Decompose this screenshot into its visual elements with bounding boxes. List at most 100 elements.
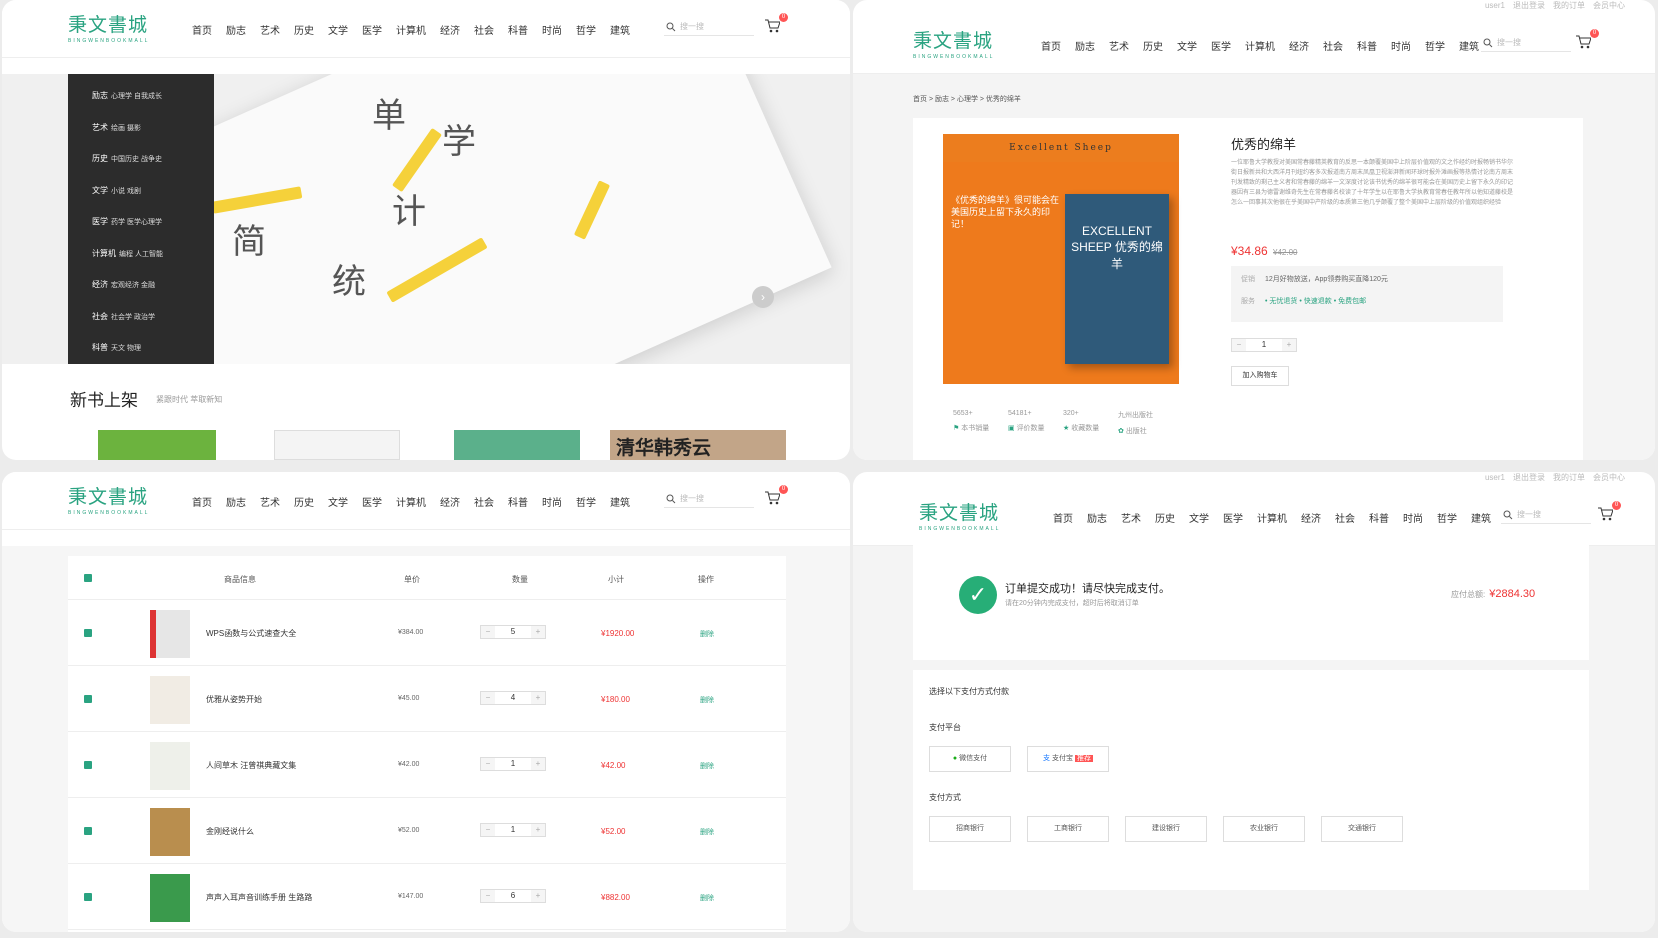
minus-button[interactable]: − xyxy=(1232,339,1246,351)
bank-button[interactable]: 交通银行 xyxy=(1321,816,1403,842)
select-all-checkbox[interactable] xyxy=(84,574,92,582)
nav-item[interactable]: 经济 xyxy=(1289,38,1309,53)
row-checkbox[interactable] xyxy=(84,827,92,835)
book-cover[interactable]: 清华韩秀云 xyxy=(610,430,786,460)
search-input[interactable]: 搜一搜 xyxy=(664,20,754,36)
nav-item[interactable]: 社会 xyxy=(474,22,494,37)
logo-text[interactable]: 秉文書城 xyxy=(919,498,1000,525)
nav-item[interactable]: 计算机 xyxy=(1257,510,1287,525)
nav-item[interactable]: 文学 xyxy=(1177,38,1197,53)
category-item[interactable]: 励志 心理学 自我成长 xyxy=(68,80,214,112)
nav-item[interactable]: 社会 xyxy=(1335,510,1355,525)
book-thumbnail[interactable] xyxy=(150,742,190,790)
nav-item[interactable]: 医学 xyxy=(1223,510,1243,525)
category-item[interactable]: 经济 宏观经济 金融 xyxy=(68,269,214,301)
nav-item[interactable]: 艺术 xyxy=(260,22,280,37)
delete-button[interactable]: 删除 xyxy=(700,629,714,639)
book-cover[interactable] xyxy=(454,430,580,460)
book-thumbnail[interactable] xyxy=(150,874,190,922)
bank-button[interactable]: 工商银行 xyxy=(1027,816,1109,842)
nav-item[interactable]: 计算机 xyxy=(396,22,426,37)
nav-item[interactable]: 医学 xyxy=(362,494,382,509)
nav-item[interactable]: 科普 xyxy=(1369,510,1389,525)
quantity-stepper[interactable]: −1 + xyxy=(480,757,546,771)
row-checkbox[interactable] xyxy=(84,761,92,769)
nav-item[interactable]: 艺术 xyxy=(1121,510,1141,525)
nav-item[interactable]: 科普 xyxy=(508,494,528,509)
category-item[interactable]: 历史 中国历史 战争史 xyxy=(68,143,214,175)
wechat-pay-button[interactable]: ● 微信支付 xyxy=(929,746,1011,772)
nav-item[interactable]: 哲学 xyxy=(1425,38,1445,53)
nav-item[interactable]: 经济 xyxy=(1301,510,1321,525)
search-input[interactable]: 搜一搜 xyxy=(1501,508,1591,524)
logo-text[interactable]: 秉文書城 xyxy=(913,26,994,53)
quantity-stepper[interactable]: −4 + xyxy=(480,691,546,705)
alipay-button[interactable]: 支 支付宝 推荐 xyxy=(1027,746,1109,772)
nav-item[interactable]: 文学 xyxy=(328,22,348,37)
book-thumbnail[interactable] xyxy=(150,610,190,658)
nav-item[interactable]: 建筑 xyxy=(610,494,630,509)
quantity-stepper[interactable]: −6 + xyxy=(480,889,546,903)
nav-item[interactable]: 首页 xyxy=(192,22,212,37)
delete-button[interactable]: 删除 xyxy=(700,695,714,705)
quantity-stepper[interactable]: −1 + xyxy=(1231,338,1297,352)
breadcrumb[interactable]: 首页 > 励志 > 心理学 > 优秀的绵羊 xyxy=(913,94,1021,104)
category-item[interactable]: 艺术 绘画 摄影 xyxy=(68,112,214,144)
cart-icon[interactable]: 0 xyxy=(1575,29,1599,50)
nav-item[interactable]: 建筑 xyxy=(610,22,630,37)
nav-item[interactable]: 历史 xyxy=(1155,510,1175,525)
cart-icon[interactable]: 0 xyxy=(764,485,788,506)
nav-item[interactable]: 励志 xyxy=(1075,38,1095,53)
logo-text[interactable]: 秉文書城 xyxy=(68,482,149,509)
quantity-stepper[interactable]: −5 + xyxy=(480,625,546,639)
nav-item[interactable]: 哲学 xyxy=(1437,510,1457,525)
category-item[interactable]: 计算机 编程 人工智能 xyxy=(68,238,214,270)
nav-item[interactable]: 时尚 xyxy=(1403,510,1423,525)
plus-button[interactable]: + xyxy=(1282,339,1296,351)
nav-item[interactable]: 励志 xyxy=(226,494,246,509)
nav-item[interactable]: 社会 xyxy=(1323,38,1343,53)
category-item[interactable]: 医学 药学 医学心理学 xyxy=(68,206,214,238)
nav-item[interactable]: 时尚 xyxy=(542,22,562,37)
nav-item[interactable]: 历史 xyxy=(1143,38,1163,53)
category-item[interactable]: 科普 天文 物理 xyxy=(68,332,214,364)
search-input[interactable]: 搜一搜 xyxy=(1481,36,1571,52)
nav-item[interactable]: 首页 xyxy=(192,494,212,509)
nav-item[interactable]: 建筑 xyxy=(1459,38,1479,53)
nav-item[interactable]: 时尚 xyxy=(1391,38,1411,53)
delete-button[interactable]: 删除 xyxy=(700,827,714,837)
cart-icon[interactable]: 0 xyxy=(1597,501,1621,522)
nav-item[interactable]: 励志 xyxy=(1087,510,1107,525)
row-checkbox[interactable] xyxy=(84,629,92,637)
nav-item[interactable]: 时尚 xyxy=(542,494,562,509)
nav-item[interactable]: 文学 xyxy=(328,494,348,509)
nav-item[interactable]: 历史 xyxy=(294,494,314,509)
nav-item[interactable]: 经济 xyxy=(440,22,460,37)
nav-item[interactable]: 哲学 xyxy=(576,494,596,509)
nav-item[interactable]: 励志 xyxy=(226,22,246,37)
bank-button[interactable]: 农业银行 xyxy=(1223,816,1305,842)
nav-item[interactable]: 首页 xyxy=(1053,510,1073,525)
carousel-next-button[interactable]: › xyxy=(752,286,774,308)
quantity-stepper[interactable]: −1 + xyxy=(480,823,546,837)
nav-item[interactable]: 经济 xyxy=(440,494,460,509)
category-item[interactable]: 文学 小说 戏剧 xyxy=(68,175,214,207)
book-cover[interactable] xyxy=(274,430,400,460)
delete-button[interactable]: 删除 xyxy=(700,761,714,771)
nav-item[interactable]: 文学 xyxy=(1189,510,1209,525)
nav-item[interactable]: 医学 xyxy=(1211,38,1231,53)
book-cover[interactable] xyxy=(98,430,216,460)
nav-item[interactable]: 社会 xyxy=(474,494,494,509)
nav-item[interactable]: 计算机 xyxy=(1245,38,1275,53)
book-thumbnail[interactable] xyxy=(150,808,190,856)
category-item[interactable]: 社会 社会学 政治学 xyxy=(68,301,214,333)
nav-item[interactable]: 哲学 xyxy=(576,22,596,37)
nav-item[interactable]: 科普 xyxy=(1357,38,1377,53)
nav-item[interactable]: 计算机 xyxy=(396,494,426,509)
row-checkbox[interactable] xyxy=(84,893,92,901)
book-thumbnail[interactable] xyxy=(150,676,190,724)
nav-item[interactable]: 建筑 xyxy=(1471,510,1491,525)
search-input[interactable]: 搜一搜 xyxy=(664,492,754,508)
nav-item[interactable]: 科普 xyxy=(508,22,528,37)
cart-icon[interactable]: 0 xyxy=(764,13,788,34)
